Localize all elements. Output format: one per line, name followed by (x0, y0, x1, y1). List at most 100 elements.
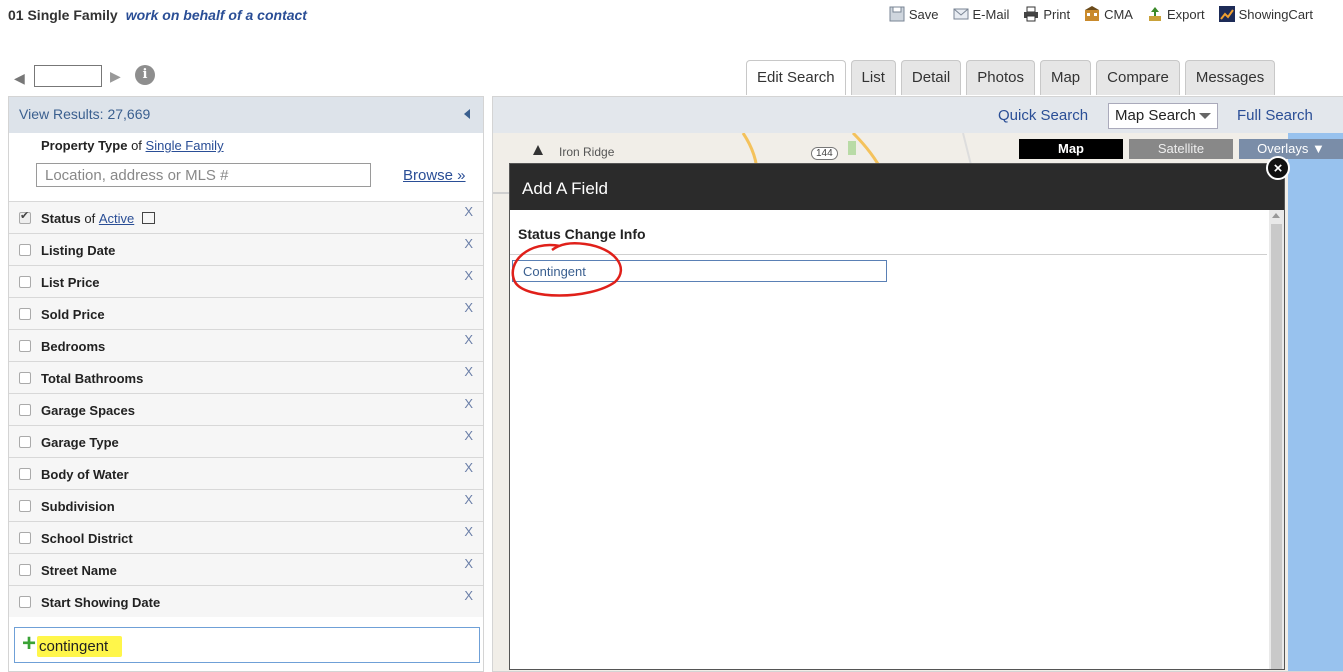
field-row-school-district: School District X (9, 521, 483, 553)
field-row-status: Status of Active X (9, 201, 483, 233)
overlays-button[interactable]: Overlays ▼ (1239, 139, 1343, 159)
tab-messages[interactable]: Messages (1184, 60, 1276, 95)
divider (510, 254, 1267, 255)
page-title-text: 01 Single Family (8, 7, 118, 23)
sold-price-checkbox[interactable] (19, 308, 31, 320)
field-row-subdivision: Subdivision X (9, 489, 483, 521)
remove-field-icon[interactable]: X (464, 300, 473, 315)
property-type-of: of (131, 138, 142, 153)
dialog-body: Status Change Info Contingent (510, 210, 1284, 669)
school-district-checkbox[interactable] (19, 532, 31, 544)
school-district-label: School District (41, 531, 133, 546)
results-bar: View Results: 27,669 (9, 97, 483, 133)
dialog-title: Add A Field (522, 179, 609, 198)
quick-search-link[interactable]: Quick Search (998, 107, 1088, 124)
add-field-input[interactable]: + contingent (14, 627, 480, 663)
showingcart-icon (1218, 6, 1235, 22)
print-icon (1024, 6, 1039, 22)
next-arrow-icon[interactable]: ▶ (110, 68, 121, 85)
tab-detail[interactable]: Detail (900, 60, 962, 95)
info-icon[interactable]: i (135, 65, 155, 85)
close-icon[interactable]: × (1266, 156, 1290, 180)
property-type-label: Property Type (41, 138, 128, 153)
sold-price-label: Sold Price (41, 307, 105, 322)
scroll-up-icon[interactable] (1272, 213, 1280, 218)
export-icon (1148, 7, 1161, 21)
email-button[interactable]: E-Mail (953, 6, 1009, 22)
status-label: Status (41, 211, 81, 226)
remove-field-icon[interactable]: X (464, 396, 473, 411)
map-water (1288, 133, 1343, 671)
add-field-dialog: Add A Field Status Change Info Contingen… (509, 163, 1285, 670)
full-search-link[interactable]: Full Search (1237, 107, 1313, 124)
showingcart-label: ShowingCart (1238, 6, 1313, 22)
status-checkbox[interactable] (19, 209, 31, 224)
remove-field-icon[interactable]: X (464, 492, 473, 507)
export-button[interactable]: Export (1147, 6, 1205, 22)
scroll-thumb[interactable] (1271, 224, 1282, 669)
remove-field-icon[interactable]: X (464, 460, 473, 475)
field-row-bedrooms: Bedrooms X (9, 329, 483, 361)
remove-field-icon[interactable]: X (464, 364, 473, 379)
tab-list[interactable]: List (850, 60, 896, 95)
status-of: of (84, 211, 96, 226)
location-search-input[interactable]: Location, address or MLS # (36, 163, 371, 187)
cma-button[interactable]: CMA (1084, 6, 1133, 22)
tab-edit-search[interactable]: Edit Search (746, 60, 846, 95)
list-price-checkbox[interactable] (19, 276, 31, 288)
map-view-button[interactable]: Map (1019, 139, 1123, 159)
remove-field-icon[interactable]: X (464, 556, 473, 571)
remove-field-icon[interactable]: X (464, 428, 473, 443)
property-type-value-link[interactable]: Single Family (146, 138, 224, 153)
toolbar: Save E-Mail Print CMA Export ShowingCart (889, 6, 1313, 22)
page-title: 01 Single Family work on behalf of a cont… (8, 7, 307, 23)
page-subtitle[interactable]: work on behalf of a contact (126, 7, 307, 23)
listing-date-checkbox[interactable] (19, 244, 31, 256)
page-number-input[interactable] (34, 65, 102, 87)
remove-field-icon[interactable]: X (464, 236, 473, 251)
save-button[interactable]: Save (889, 6, 939, 22)
street-name-checkbox[interactable] (19, 564, 31, 576)
remove-field-icon[interactable]: X (464, 268, 473, 283)
remove-field-icon[interactable]: X (464, 204, 473, 219)
save-icon (889, 6, 905, 22)
remove-field-icon[interactable]: X (464, 332, 473, 347)
contingent-option[interactable]: Contingent (512, 260, 887, 282)
collapse-panel-icon[interactable] (464, 109, 470, 119)
calendar-icon[interactable] (141, 212, 155, 224)
body-of-water-checkbox[interactable] (19, 468, 31, 480)
previous-arrow-icon[interactable]: ◀ (14, 70, 25, 87)
map-search-label: Map Search (1115, 107, 1196, 124)
start-showing-date-checkbox[interactable] (19, 596, 31, 608)
map-search-dropdown[interactable]: Map Search (1108, 103, 1218, 129)
view-results-link[interactable]: View Results: 27,669 (19, 106, 150, 122)
field-row-body-of-water: Body of Water X (9, 457, 483, 489)
remove-field-icon[interactable]: X (464, 588, 473, 603)
print-button[interactable]: Print (1023, 6, 1070, 22)
bedrooms-checkbox[interactable] (19, 340, 31, 352)
status-value-link[interactable]: Active (99, 211, 134, 226)
satellite-view-button[interactable]: Satellite (1129, 139, 1233, 159)
field-row-garage-type: Garage Type X (9, 425, 483, 457)
browse-link[interactable]: Browse » (403, 167, 466, 184)
tab-map[interactable]: Map (1039, 60, 1092, 95)
garage-type-checkbox[interactable] (19, 436, 31, 448)
status-field-label: Status of Active (41, 211, 155, 226)
property-type-row: Property Type of Single Family (41, 138, 224, 153)
remove-field-icon[interactable]: X (464, 524, 473, 539)
save-label: Save (908, 6, 939, 22)
tab-photos[interactable]: Photos (966, 60, 1035, 95)
tab-compare[interactable]: Compare (1096, 60, 1180, 95)
subdivision-checkbox[interactable] (19, 500, 31, 512)
dialog-scrollbar[interactable] (1269, 210, 1284, 669)
total-bathrooms-checkbox[interactable] (19, 372, 31, 384)
cma-icon (1085, 6, 1100, 21)
road-shield: 144 (811, 147, 838, 160)
chevron-down-icon (1198, 113, 1211, 120)
field-row-start-showing-date: Start Showing Date X (9, 585, 483, 617)
showingcart-button[interactable]: ShowingCart (1218, 6, 1313, 22)
street-name-label: Street Name (41, 563, 117, 578)
garage-spaces-checkbox[interactable] (19, 404, 31, 416)
subdivision-label: Subdivision (41, 499, 115, 514)
field-row-list-price: List Price X (9, 265, 483, 297)
